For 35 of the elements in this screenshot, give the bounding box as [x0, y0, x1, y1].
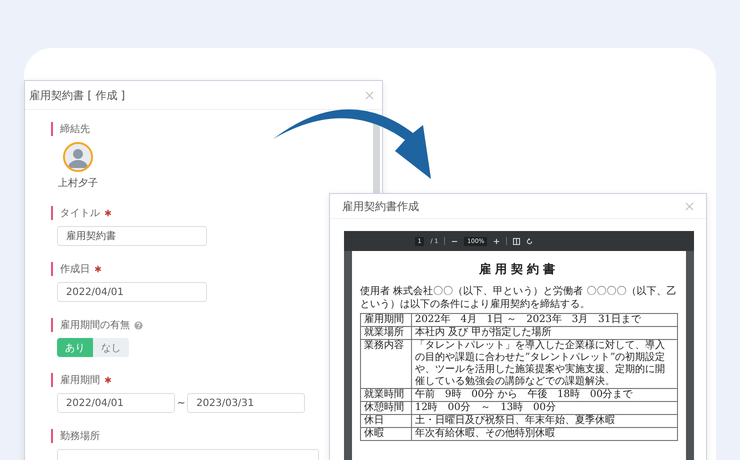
table-cell: 本社内 及び 甲が指定した場所 — [412, 326, 678, 340]
table-cell: 業務内容 — [360, 340, 412, 388]
dialog-title: 雇用契約書作成 — [342, 198, 419, 214]
toggle-option[interactable]: なし — [93, 338, 129, 357]
table-cell: 2022年 4月 1日 ～ 2023年 3月 31日まで — [412, 314, 678, 326]
table-cell: 就業場所 — [360, 326, 412, 340]
range-separator: ~ — [177, 398, 186, 408]
text-field[interactable]: 雇用契約書 — [57, 226, 207, 246]
field-label: 勤務場所 — [60, 430, 100, 443]
zoom-in-icon[interactable] — [493, 238, 500, 244]
field-label: 締結先 — [60, 122, 90, 136]
document-intro: 使用者 株式会社〇〇（以下、甲という）と労働者 〇〇〇〇（以下、乙という）は以下の条件により雇用契約を締結する。 — [360, 286, 678, 311]
table-cell: 「タレントパレット」を導入した企業様に対して、導入の目的や課題に合わせた”タレントパレット”の初期設定や、ツールを活用した施策提案や実施支援、定期的に開催している勉強会の講師などでの課題解決。 — [412, 340, 678, 388]
table-cell: 雇用期間 — [360, 314, 412, 326]
dialog-title: 雇用契約書 [ 作成 ] — [29, 88, 126, 102]
avatar-icon — [63, 142, 93, 172]
document-title: 雇用契約書 — [478, 261, 560, 278]
field-label: タイトル — [60, 207, 100, 220]
fit-page-icon[interactable] — [513, 238, 520, 244]
person-name: 上村夕子 — [58, 176, 98, 190]
table-cell: 年次有給休暇、その他特別休暇 — [412, 428, 678, 440]
date-field[interactable]: 2022/04/01 — [57, 393, 175, 413]
table-cell: 土・日曜日及び祝祭日、年末年始、夏季休暇 — [412, 414, 678, 428]
text-field[interactable]: 2022/04/01 — [57, 282, 207, 302]
table-cell: 休憩時間 — [360, 402, 412, 414]
table-cell: 休暇 — [360, 428, 412, 440]
table-cell: 12時 00分 ～ 13時 00分 — [412, 402, 678, 414]
table-cell: 休日 — [360, 414, 412, 428]
date-field[interactable]: 2023/03/31 — [187, 393, 306, 413]
field-label: 作成日 — [60, 262, 90, 276]
table-cell: 午前 9時 00分 から 午後 18時 00分まで — [412, 388, 678, 402]
field-label: 雇用期間の有無 — [60, 318, 130, 332]
rotate-icon[interactable] — [526, 238, 534, 244]
field-label: 雇用期間 — [60, 374, 100, 387]
table-cell: 就業時間 — [360, 388, 412, 402]
